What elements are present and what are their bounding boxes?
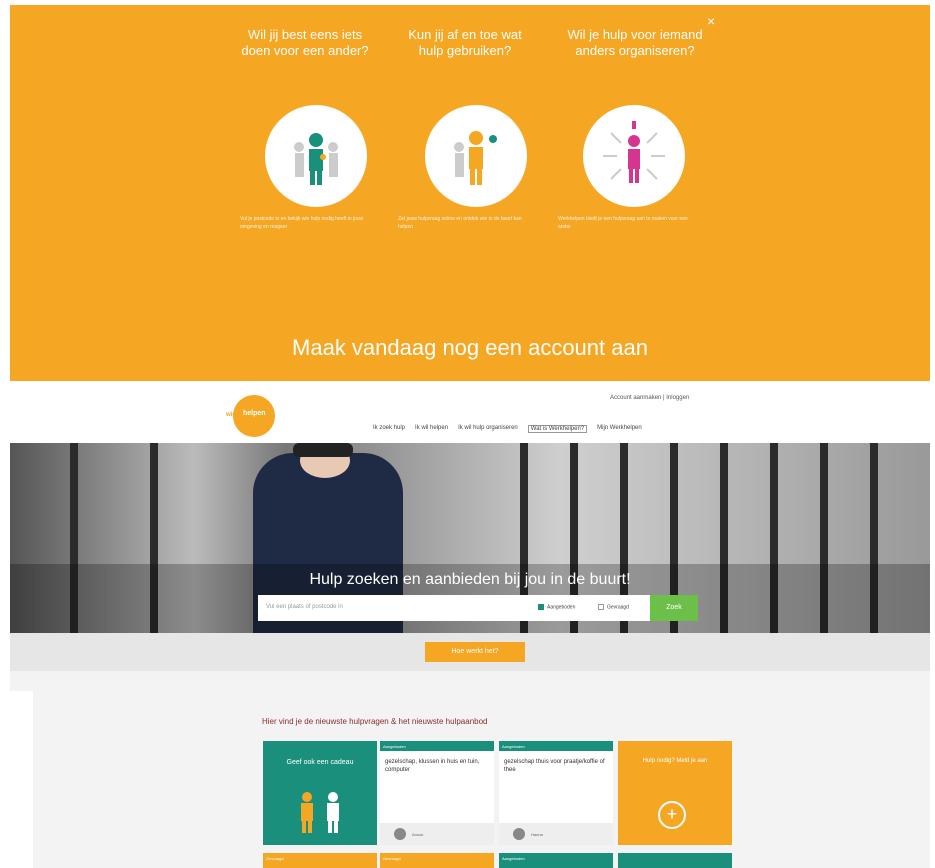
help-seeker-icon xyxy=(425,105,527,207)
listings-heading: Hier vind je de nieuwste hulpvragen & he… xyxy=(262,717,488,726)
hero-person-hat xyxy=(293,443,353,457)
volunteer-icon xyxy=(265,105,367,207)
avatar xyxy=(513,828,525,840)
listing-card[interactable]: Aangeboden gezelschap thuis voor praatje… xyxy=(499,741,613,845)
hero-title: Hulp zoeken en aanbieden bij jou in de b… xyxy=(309,571,631,588)
listing-footer: Hanna xyxy=(499,823,613,845)
filter-requested-label: Gevraagd xyxy=(607,604,629,611)
listing-title: gezelschap, klussen in huis en tuin, com… xyxy=(385,759,480,773)
listing-user-name: Anouk xyxy=(412,832,424,837)
create-account-link[interactable]: Maak vandaag nog een account aan xyxy=(10,335,930,361)
promo-desc-1: Vul je postcode in en bekijk wie hulp no… xyxy=(240,216,364,230)
listing-card-bottom[interactable] xyxy=(618,853,732,868)
listing-footer: Anouk xyxy=(380,823,494,845)
how-it-works-button[interactable]: Hoe werkt het? xyxy=(425,642,525,662)
nav-mijn-werkhelpen[interactable]: Mijn Werkhelpen xyxy=(597,425,642,433)
gift-card[interactable]: Geef ook een cadeau xyxy=(263,741,377,845)
promo-title-1: Wil jij best eens iets doen voor een and… xyxy=(241,27,369,58)
nav-wat-is-werkhelpen[interactable]: Wat is Werkhelpen? xyxy=(527,425,588,433)
logo-text: helpen xyxy=(243,410,266,417)
account-promo-panel: × Wil jij best eens iets doen voor een a… xyxy=(10,5,930,381)
checkbox-icon[interactable] xyxy=(538,604,544,610)
hero-banner: Hulp zoeken en aanbieden bij jou in de b… xyxy=(10,443,930,633)
filter-requested[interactable]: Gevraagd xyxy=(598,604,629,610)
nav-ik-wil-helpen[interactable]: Ik wil helpen xyxy=(415,425,448,433)
promo-title-2: Kun jij af en toe wat hulp gebruiken? xyxy=(408,27,522,58)
listing-card-bottom[interactable]: Aangeboden xyxy=(499,853,613,868)
nav-ik-wil-hulp-organiseren[interactable]: Ik wil hulp organiseren xyxy=(458,425,518,433)
logo-prefix: wie xyxy=(226,412,236,418)
listing-tag: Aangeboden xyxy=(380,741,494,751)
left-panel xyxy=(10,691,33,868)
search-button[interactable]: Zoek xyxy=(650,595,698,621)
promo-column-organise: Wil je hulp voor iemand anders organiser… xyxy=(565,27,705,59)
search-bar: Vul een plaats of postcode in Aangeboden… xyxy=(258,595,698,621)
search-input[interactable]: Vul een plaats of postcode in xyxy=(266,604,343,610)
checkbox-icon[interactable] xyxy=(598,604,604,610)
listing-card-bottom[interactable]: Gevraagd xyxy=(380,853,494,868)
promo-column-need-help: Kun jij af en toe wat hulp gebruiken? xyxy=(395,27,535,59)
close-icon[interactable]: × xyxy=(707,13,715,29)
nav-ik-zoek-hulp[interactable]: Ik zoek hulp xyxy=(373,425,405,433)
promo-column-help-other: Wil jij best eens iets doen voor een and… xyxy=(235,27,375,59)
promo-desc-2: Zet jouw hulpvraag online en ontdek wie … xyxy=(398,216,522,230)
help-needed-card[interactable]: Hulp nodig? Meld je aan + xyxy=(618,741,732,845)
organiser-icon xyxy=(583,105,685,207)
listing-tag: Aangeboden xyxy=(499,741,613,751)
listing-card-bottom[interactable]: Gevraagd xyxy=(263,853,377,868)
listing-card[interactable]: Aangeboden gezelschap, klussen in huis e… xyxy=(380,741,494,845)
listing-title: gezelschap thuis voor praatje/koffie of … xyxy=(504,759,605,773)
filter-offered[interactable]: Aangeboden xyxy=(538,604,575,610)
giver-icon xyxy=(301,792,339,833)
main-nav: Ik zoek hulp Ik wil helpen Ik wil hulp o… xyxy=(373,425,642,433)
site-logo[interactable]: wie helpen xyxy=(226,395,275,437)
promo-title-3: Wil je hulp voor iemand anders organiser… xyxy=(567,27,703,58)
gift-card-title: Geef ook een cadeau xyxy=(286,759,354,766)
listing-user-name: Hanna xyxy=(531,832,543,837)
help-needed-title: Hulp nodig? Meld je aan xyxy=(642,758,708,764)
add-icon[interactable]: + xyxy=(658,801,686,829)
avatar xyxy=(394,828,406,840)
filter-offered-label: Aangeboden xyxy=(547,604,576,611)
promo-desc-3: Werkhelpen biedt je een hulpvraag aan te… xyxy=(558,216,688,230)
auth-links[interactable]: Account aanmaken | Inloggen xyxy=(610,395,689,401)
